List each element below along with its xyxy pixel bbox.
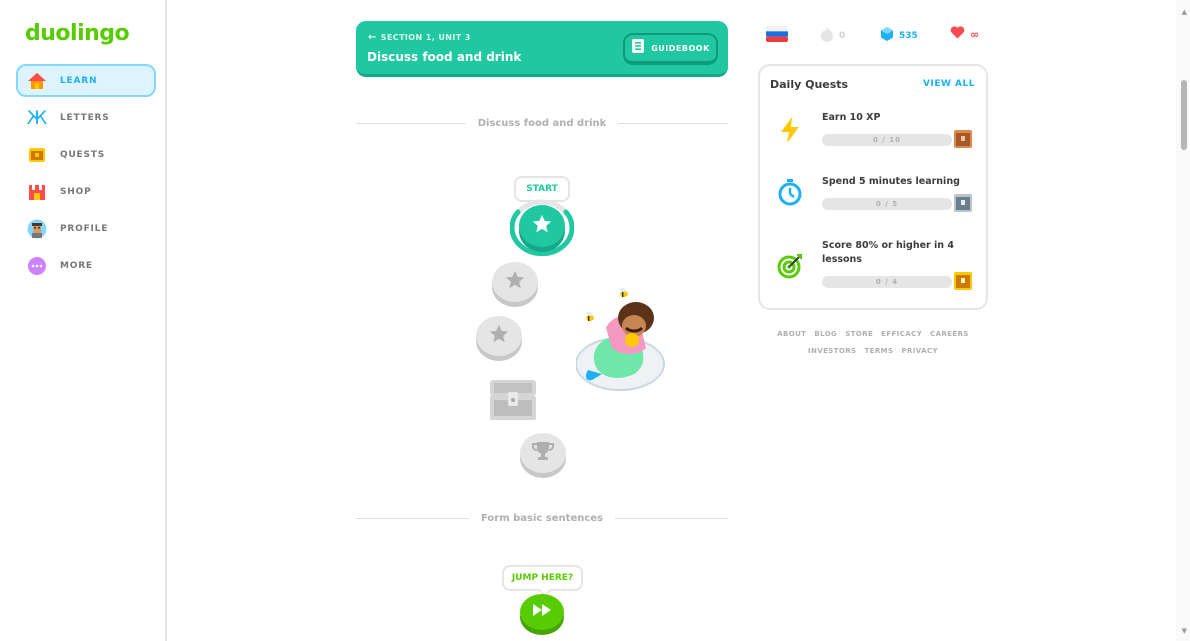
sidebar-item-profile[interactable]: PROFILE bbox=[16, 212, 156, 245]
streak-count: 0 bbox=[839, 30, 846, 41]
sidebar-nav: LEARN Ж LETTERS QUESTS SHOP PROFILE MORE bbox=[16, 64, 156, 286]
footer-link-careers[interactable]: CAREERS bbox=[930, 330, 969, 338]
stats-bar: 0 535 ∞ bbox=[766, 26, 986, 44]
divider-line bbox=[356, 122, 466, 124]
divider-label: Form basic sentences bbox=[480, 512, 604, 524]
star-icon bbox=[488, 323, 510, 349]
footer-row: ABOUT BLOG STORE EFFICACY CAREERS bbox=[758, 330, 988, 338]
sidebar-item-label: QUESTS bbox=[60, 149, 106, 160]
footer-row: INVESTORS TERMS PRIVACY bbox=[758, 347, 988, 355]
sidebar-item-letters[interactable]: Ж LETTERS bbox=[16, 101, 156, 134]
guidebook-label: GUIDEBOOK bbox=[651, 43, 710, 53]
sidebar-item-label: LETTERS bbox=[60, 112, 110, 123]
scrollbar-thumb[interactable] bbox=[1181, 80, 1187, 150]
section-back-link[interactable]: ← SECTION 1, UNIT 3 bbox=[368, 32, 471, 43]
quest-progress-bar: 0 / 5 bbox=[822, 198, 952, 210]
sidebar-item-label: MORE bbox=[60, 260, 93, 271]
gem-count: 535 bbox=[899, 30, 918, 41]
more-icon bbox=[26, 255, 48, 277]
unit-divider: Form basic sentences bbox=[356, 511, 728, 525]
treasure-chest-node[interactable] bbox=[488, 378, 540, 422]
notebook-icon bbox=[631, 38, 645, 58]
view-all-link[interactable]: VIEW ALL bbox=[923, 79, 975, 89]
footer-link-blog[interactable]: BLOG bbox=[814, 330, 837, 338]
jump-here-tooltip: JUMP HERE? bbox=[502, 565, 583, 591]
footer-link-privacy[interactable]: PRIVACY bbox=[901, 347, 938, 355]
footer-link-terms[interactable]: TERMS bbox=[865, 347, 894, 355]
footer-link-efficacy[interactable]: EFFICACY bbox=[881, 330, 922, 338]
heart-icon bbox=[950, 26, 965, 42]
sidebar-item-shop[interactable]: SHOP bbox=[16, 175, 156, 208]
quest-label: Score 80% or higher in 4 lessons bbox=[822, 240, 954, 265]
star-icon bbox=[504, 269, 526, 295]
hearts-counter[interactable]: ∞ bbox=[950, 26, 979, 42]
timer-icon bbox=[776, 178, 804, 206]
gems-counter[interactable]: 535 bbox=[880, 26, 918, 45]
section-label: SECTION 1, UNIT 3 bbox=[380, 33, 471, 42]
quest-progress-bar: 0 / 4 bbox=[822, 276, 952, 288]
arrow-left-icon: ← bbox=[368, 32, 377, 43]
jump-here-button[interactable] bbox=[520, 594, 564, 630]
letters-icon: Ж bbox=[26, 106, 48, 129]
guidebook-button[interactable]: GUIDEBOOK bbox=[623, 33, 718, 65]
gold-chest-icon bbox=[954, 272, 972, 290]
avatar-icon bbox=[26, 218, 48, 240]
language-flag[interactable] bbox=[766, 26, 788, 42]
streak-counter[interactable]: 0 bbox=[820, 26, 845, 45]
quest-label: Spend 5 minutes learning bbox=[822, 176, 960, 187]
footer-link-investors[interactable]: INVESTORS bbox=[808, 347, 856, 355]
locked-chest-icon bbox=[488, 380, 540, 426]
sidebar-item-learn[interactable]: LEARN bbox=[16, 64, 156, 97]
scroll-down-arrow-icon[interactable]: ▼ bbox=[1182, 627, 1187, 635]
trophy-icon bbox=[531, 439, 555, 467]
sidebar-item-quests[interactable]: QUESTS bbox=[16, 138, 156, 171]
footer-link-about[interactable]: ABOUT bbox=[777, 330, 806, 338]
sidebar-item-label: PROFILE bbox=[60, 223, 109, 234]
target-icon bbox=[776, 252, 804, 280]
unit-divider: Discuss food and drink bbox=[356, 116, 729, 130]
unit-header: ← SECTION 1, UNIT 3 Discuss food and dri… bbox=[356, 21, 728, 77]
lesson-node-locked[interactable] bbox=[476, 316, 522, 356]
flame-icon bbox=[820, 26, 834, 45]
house-icon bbox=[26, 70, 48, 92]
bee-icon bbox=[620, 288, 628, 297]
hearts-count: ∞ bbox=[970, 27, 980, 41]
divider-line bbox=[618, 122, 729, 124]
unit-title: Discuss food and drink bbox=[367, 50, 522, 64]
lightning-icon bbox=[776, 116, 804, 144]
sleeping-character-illustration bbox=[576, 288, 665, 391]
divider-line bbox=[615, 517, 728, 519]
sidebar-item-more[interactable]: MORE bbox=[16, 249, 156, 282]
scroll-up-arrow-icon[interactable]: ▲ bbox=[1182, 8, 1187, 16]
lesson-node-locked[interactable] bbox=[492, 262, 538, 302]
footer-link-store[interactable]: STORE bbox=[845, 330, 873, 338]
divider-label: Discuss food and drink bbox=[477, 117, 607, 129]
quest-progress-bar: 0 / 10 bbox=[822, 134, 952, 146]
footer-links: ABOUT BLOG STORE EFFICACY CAREERS INVEST… bbox=[758, 330, 988, 364]
chest-icon bbox=[26, 144, 48, 166]
trophy-node[interactable] bbox=[520, 433, 566, 473]
star-icon bbox=[531, 213, 553, 239]
sidebar: duolingo LEARN Ж LETTERS QUESTS SHOP PRO… bbox=[0, 0, 167, 641]
shop-icon bbox=[26, 181, 48, 203]
sidebar-item-label: LEARN bbox=[60, 75, 98, 86]
gem-icon bbox=[880, 26, 894, 45]
fast-forward-icon bbox=[531, 602, 553, 622]
bee-icon bbox=[586, 312, 594, 321]
divider-line bbox=[356, 517, 469, 519]
lesson-node-current[interactable] bbox=[519, 205, 565, 247]
page-scrollbar[interactable]: ▲ ▼ bbox=[1176, 0, 1190, 641]
quests-title: Daily Quests bbox=[770, 78, 849, 91]
russian-flag-icon bbox=[766, 26, 788, 42]
daily-quests-card: Daily Quests VIEW ALL Earn 10 XP 0 / 10 … bbox=[758, 64, 988, 310]
quest-label: Earn 10 XP bbox=[822, 112, 881, 123]
sidebar-item-label: SHOP bbox=[60, 186, 92, 197]
duolingo-logo[interactable]: duolingo bbox=[25, 21, 130, 46]
bronze-chest-icon bbox=[954, 130, 972, 148]
silver-chest-icon bbox=[954, 194, 972, 212]
